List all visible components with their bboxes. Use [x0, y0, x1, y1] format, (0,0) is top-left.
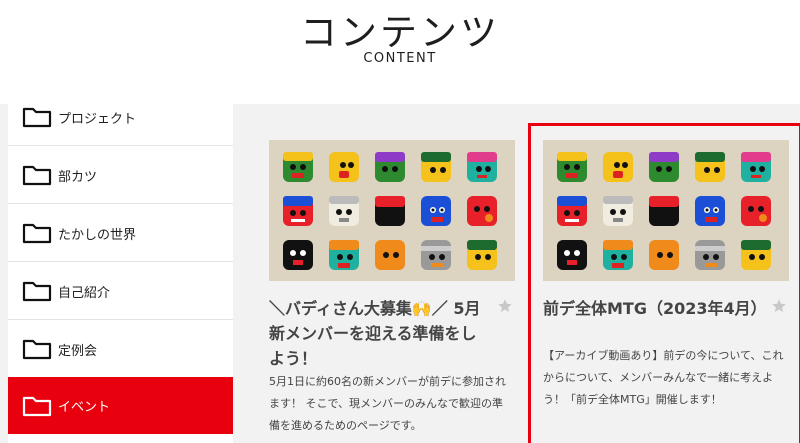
card-title[interactable]: ＼バディさん大募集🙌／ 5月新メンバーを迎える準備をしよう！ [269, 296, 489, 371]
card-thumbnail [543, 140, 789, 281]
folder-icon [22, 281, 52, 302]
sidebar-item-event[interactable]: イベント [8, 377, 233, 434]
card-description: 【アーカイブ動画あり】前デの今について、これからについて、メンバーみんなで一緒に… [543, 349, 784, 406]
folder-icon [22, 165, 52, 186]
star-icon[interactable] [497, 298, 513, 314]
card-thumbnail [269, 140, 515, 281]
folder-icon [22, 339, 52, 360]
folder-icon [22, 223, 52, 244]
page-header: コンテンツ CONTENT [0, 0, 800, 100]
category-sidebar: プロジェクト 部カツ たかしの世界 自己紹介 定例会 イベント [8, 104, 233, 443]
monster-illustration [269, 140, 515, 281]
sidebar-item-regular-meeting[interactable]: 定例会 [8, 321, 233, 378]
sidebar-item-project[interactable]: プロジェクト [8, 104, 233, 146]
page-title: コンテンツ [300, 11, 500, 54]
card-description: 5月1日に約60名の新メンバーが前デに参加されます！ そこで、現メンバーのみんな… [269, 375, 506, 432]
sidebar-item-label: たかしの世界 [58, 227, 137, 243]
folder-icon [22, 107, 52, 128]
sidebar-item-self-intro[interactable]: 自己紹介 [8, 263, 233, 320]
content-card[interactable]: ＼バディさん大募集🙌／ 5月新メンバーを迎える準備をしよう！ 5月1日に約60名… [269, 126, 529, 443]
folder-icon [22, 396, 52, 416]
sidebar-item-label: イベント [58, 400, 111, 415]
content-card-highlighted[interactable]: 前デ全体MTG（2023年4月） 【アーカイブ動画あり】前デの今について、これか… [528, 123, 800, 443]
sidebar-item-label: 部カツ [58, 169, 98, 185]
sidebar-item-label: 定例会 [58, 343, 98, 359]
star-icon[interactable] [771, 298, 787, 314]
monster-illustration [543, 140, 789, 281]
sidebar-item-takashi-world[interactable]: たかしの世界 [8, 205, 233, 262]
sidebar-item-label: プロジェクト [58, 111, 137, 127]
sidebar-item-label: 自己紹介 [58, 285, 111, 301]
card-title[interactable]: 前デ全体MTG（2023年4月） [543, 296, 767, 321]
page-subtitle: CONTENT [363, 51, 437, 66]
sidebar-item-bukatsu[interactable]: 部カツ [8, 147, 233, 204]
